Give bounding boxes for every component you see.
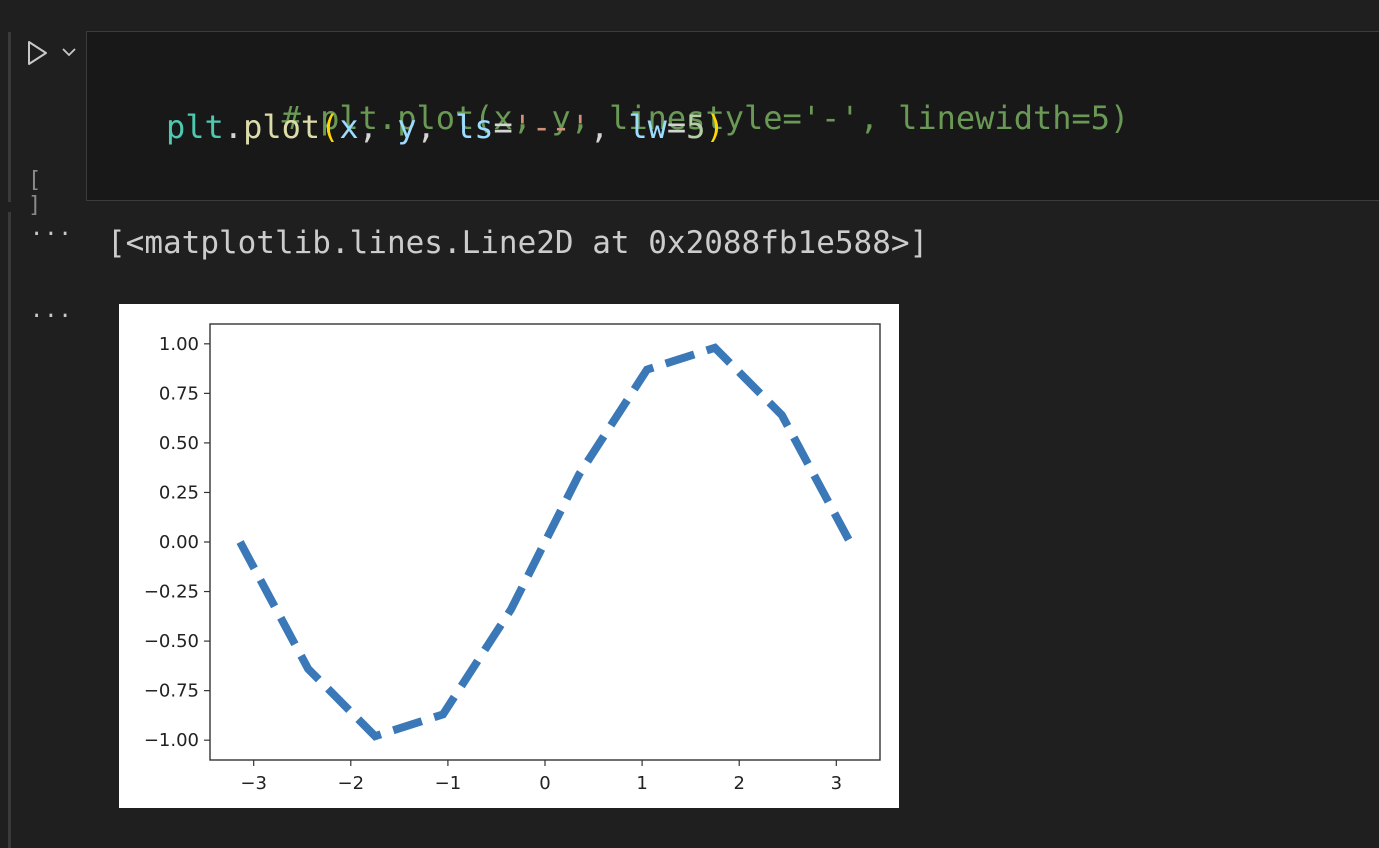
code-line-2: plt.plot(x, y, ls='--', lw=5) [166, 107, 725, 147]
x-tick-label: −1 [435, 773, 462, 794]
x-tick-label: −2 [338, 773, 365, 794]
code-editor[interactable]: # plt.plot(x, y, linestyle='-', linewidt… [86, 31, 1379, 201]
token-plt: plt [166, 108, 224, 146]
plot-output-image: −3 −2 −1 0 1 2 3 1.00 0.75 0.50 0.25 0.00 −0.25 −0.50… [119, 304, 899, 808]
execution-count: [ ] [28, 168, 48, 218]
token-ls-value: '--' [512, 108, 590, 146]
line-chart: −3 −2 −1 0 1 2 3 1.00 0.75 0.50 0.25 0.00 −0.25 −0.50… [144, 323, 881, 794]
token-y: y [397, 108, 417, 146]
play-icon [28, 41, 47, 65]
x-tick-label: 3 [831, 773, 842, 794]
run-options-button[interactable] [58, 40, 80, 64]
token-equals: = [666, 108, 687, 146]
x-tick-label: 1 [636, 773, 647, 794]
token-lw-value: 5 [686, 108, 706, 146]
y-tick-label: −0.75 [144, 681, 199, 702]
notebook-page: [ ] # plt.plot(x, y, linestyle='-', line… [0, 0, 1379, 848]
token-x: x [339, 108, 359, 146]
token-comma: , [416, 108, 455, 146]
token-equals: = [493, 108, 513, 146]
y-tick-label: 1.00 [159, 334, 199, 355]
output-focus-bar [8, 212, 11, 848]
token-ls: ls [454, 108, 494, 146]
token-close-paren: ) [705, 108, 725, 146]
plot-output-more-actions-button[interactable]: ··· [30, 304, 73, 329]
output-text: [<matplotlib.lines.Line2D at 0x2088fb1e5… [107, 225, 929, 261]
token-dot: . [223, 108, 244, 146]
y-tick-label: 0.50 [159, 433, 199, 454]
token-open-paren: ( [320, 108, 340, 146]
chevron-down-icon [62, 48, 76, 57]
token-plot: plot [243, 108, 321, 146]
token-comma: , [589, 108, 629, 146]
x-tick-label: −3 [240, 773, 267, 794]
cell-focus-bar [8, 32, 11, 202]
y-tick-label: −0.50 [144, 631, 199, 652]
y-tick-label: −0.25 [144, 582, 199, 603]
output-more-actions-button[interactable]: ··· [30, 222, 73, 247]
y-tick-label: 0.75 [159, 383, 199, 404]
y-tick-label: 0.00 [159, 532, 199, 553]
token-comma: , [358, 108, 398, 146]
plot-axes-frame [209, 323, 881, 761]
y-tick-label: −1.00 [144, 730, 199, 751]
token-lw: lw [628, 108, 667, 146]
x-tick-label: 2 [733, 773, 744, 794]
x-tick-label: 0 [539, 773, 550, 794]
series-line [236, 343, 854, 741]
y-tick-label: 0.25 [159, 482, 199, 503]
run-cell-button[interactable] [24, 38, 50, 68]
